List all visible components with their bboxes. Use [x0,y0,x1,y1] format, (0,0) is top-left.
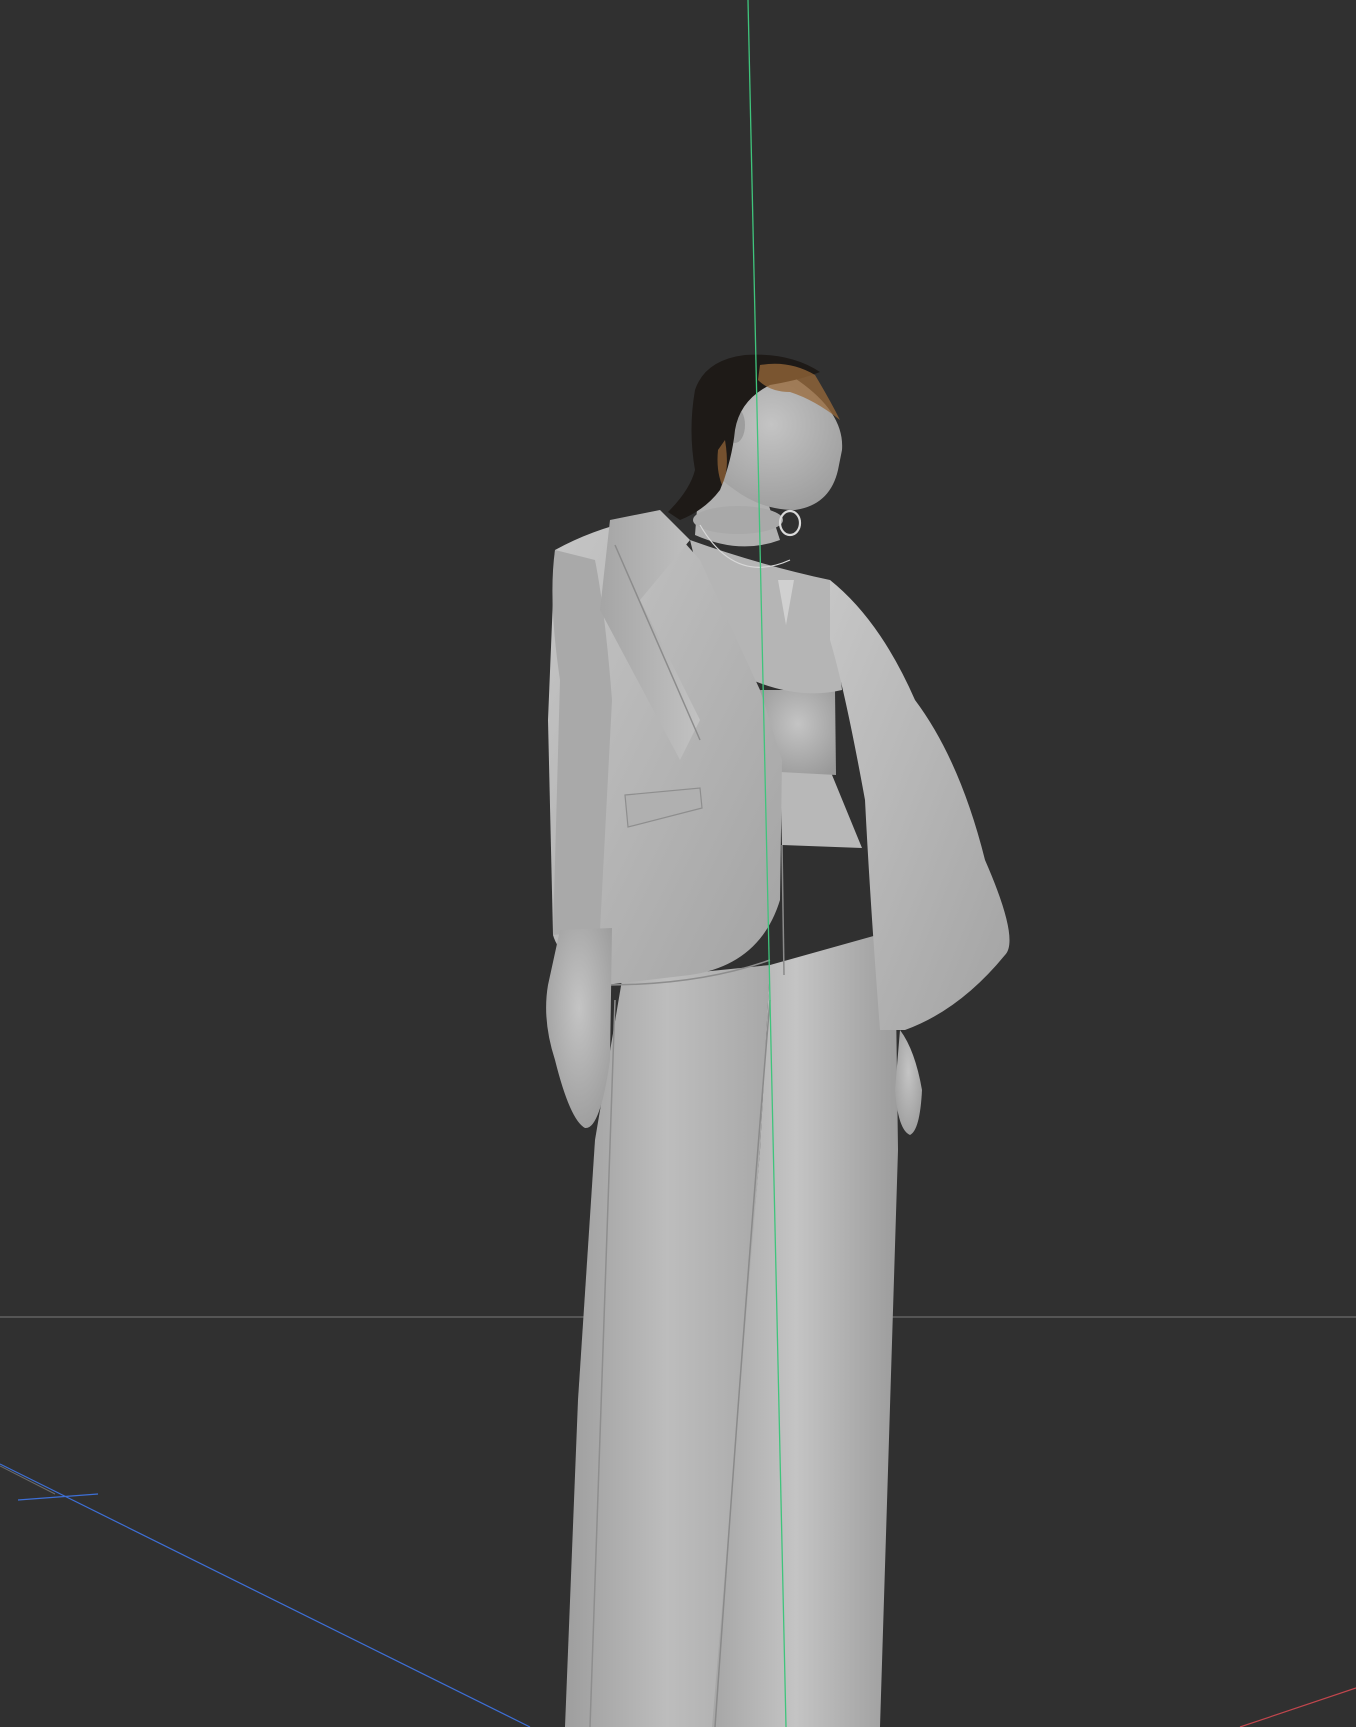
turtleneck-collar [693,506,783,534]
3d-viewport[interactable] [0,0,1356,1727]
grid-line-faint [0,1465,56,1495]
x-axis-line [1239,1687,1356,1727]
pant-seam-fly [781,844,785,976]
left-hand [546,928,612,1129]
pants-waistband [780,770,862,848]
z-axis-line [0,1463,531,1727]
z-axis-tick [17,1493,99,1501]
figure-model[interactable] [546,354,1010,1727]
hoop-earring [778,509,802,537]
right-hand [895,1030,922,1135]
viewport-canvas[interactable] [0,0,1356,1727]
